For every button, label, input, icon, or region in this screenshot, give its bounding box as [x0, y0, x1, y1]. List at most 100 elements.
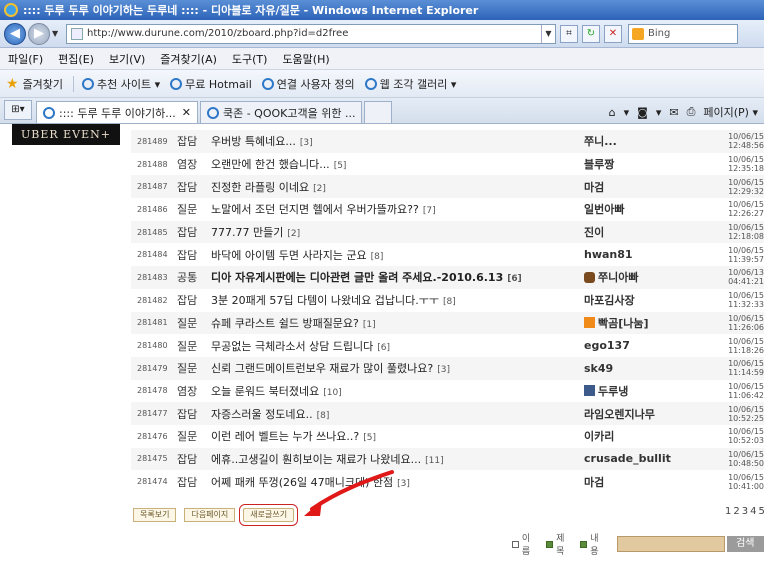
board-row[interactable]: 281477 잡담 자증스러울 정도네요.. [8] 라임오렌지나무 10/06/15 1… [131, 402, 764, 425]
post-subject-link[interactable]: 노말에서 조던 던지면 헬에서 우버가뜰까요?? [7] [211, 201, 584, 217]
post-author[interactable]: 마검 [584, 179, 694, 195]
board-row[interactable]: 281489 잡담 우버방 특혜네요... [3] 쭈니... 10/06/15 12:4… [131, 130, 764, 153]
close-tab-icon[interactable]: ✕ [182, 106, 191, 119]
name-checkbox[interactable] [512, 540, 519, 548]
menu-help[interactable]: 도움말(H) [282, 51, 329, 67]
board-row[interactable]: 281478 염장 오늘 룬워드 북터졌네요 [10] 두루냉 10/06/15 11:0… [131, 379, 764, 403]
post-subject-link[interactable]: 오늘 룬워드 북터졌네요 [10] [211, 383, 584, 399]
post-subject[interactable]: 바닥에 아이템 두면 사라지는 군요 [211, 249, 367, 262]
home-icon[interactable]: ⌂ ▾ [609, 106, 630, 119]
post-subject[interactable]: 3분 20패게 57딥 다템이 나왔네요 겁납니다.ㅜㅜ [211, 294, 439, 307]
author-name[interactable]: 쭈니아빠 [598, 269, 638, 285]
tab-qook[interactable]: 쿡존 - QOOK고객을 위한 ... [199, 101, 363, 123]
board-row[interactable]: 281474 잡담 어쩨 패캐 뚜껑(26일 47매니크데) 한점 [3] 마검 10/0… [131, 470, 764, 493]
forward-button[interactable]: ▶ [28, 22, 50, 45]
post-author[interactable]: 마포김사장 [584, 292, 694, 308]
feeds-dropdown[interactable]: ▾ [656, 106, 662, 119]
back-button[interactable]: ◀ [4, 22, 26, 45]
print-icon[interactable]: ⎙ [687, 105, 696, 119]
page-menu[interactable]: 페이지(P) ▾ [703, 104, 758, 120]
post-author[interactable]: ego137 [584, 339, 694, 352]
page-link[interactable]: 3 [742, 506, 748, 517]
post-subject[interactable]: 오랜만에 한건 했습니다... [211, 158, 330, 171]
post-subject-link[interactable]: 무공없는 극체라소서 상담 드립니다 [6] [211, 338, 584, 354]
refresh-icon[interactable]: ↻ [582, 24, 600, 43]
author-name[interactable]: 쭈니... [584, 133, 617, 149]
content-checkbox[interactable] [580, 540, 588, 548]
author-name[interactable]: 마포김사장 [584, 292, 635, 308]
url-dropdown-icon[interactable]: ▼ [541, 24, 555, 43]
post-subject[interactable]: 무공없는 극체라소서 상담 드립니다 [211, 340, 373, 353]
post-subject[interactable]: 이런 레어 벨트는 누가 쓰나요..? [211, 430, 359, 443]
board-search-button[interactable]: 검색 [726, 536, 764, 552]
post-subject-link[interactable]: 777.77 만들기 [2] [211, 224, 584, 240]
feeds-icon[interactable]: ◙ ▾ [637, 106, 661, 119]
post-author[interactable]: 진이 [584, 224, 694, 240]
board-row[interactable]: 281488 염장 오랜만에 한건 했습니다... [5] 블루짱 10/06/15 12… [131, 152, 764, 176]
fav-suggested-sites[interactable]: 추천 사이트 ▾ [82, 76, 160, 92]
post-author[interactable]: hwan81 [584, 248, 694, 261]
author-name[interactable]: crusade_bullit [584, 452, 671, 465]
post-author[interactable]: 일번아빠 [584, 201, 694, 217]
post-subject-link[interactable]: 우버방 특혜네요... [3] [211, 133, 584, 149]
post-subject[interactable]: 슈페 쿠라스트 쉴드 방패질문요? [211, 317, 359, 330]
author-name[interactable]: hwan81 [584, 248, 633, 261]
author-name[interactable]: 마검 [584, 474, 604, 490]
search-field[interactable]: Bing [628, 23, 738, 44]
title-checkbox[interactable] [546, 540, 554, 548]
board-row[interactable]: 281486 질문 노말에서 조던 던지면 헬에서 우버가뜰까요?? [7] 일번아빠 1… [131, 198, 764, 221]
tab-durune[interactable]: :::: 두루 두루 이야기하... ✕ [36, 101, 198, 123]
author-name[interactable]: 블루짱 [584, 156, 614, 172]
author-name[interactable]: 두루냉 [598, 383, 628, 399]
author-name[interactable]: 라임오렌지나무 [584, 406, 655, 422]
author-name[interactable]: 빡곰[나눔] [598, 315, 649, 331]
list-button[interactable]: 목록보기 [133, 508, 177, 522]
page-link[interactable]: 2 [733, 506, 739, 517]
author-name[interactable]: 진이 [584, 224, 604, 240]
page-link[interactable]: 1 [725, 506, 731, 517]
board-row[interactable]: 281481 질문 슈페 쿠라스트 쉴드 방패질문요? [1] 빡곰[나눔] 10/06/… [131, 311, 764, 335]
board-row[interactable]: 281475 잡담 에휴..고생길이 훤히보이는 재료가 나왔네요... [11] cr… [131, 447, 764, 471]
post-subject[interactable]: 우버방 특혜네요... [211, 135, 296, 148]
post-subject-link[interactable]: 디아 자유게시판에는 디아관련 글만 올려 주세요.-2010.6.13 [6] [211, 269, 584, 285]
post-subject[interactable]: 오늘 룬워드 북터졌네요 [211, 385, 319, 398]
post-author[interactable]: sk49 [584, 362, 694, 375]
mail-icon[interactable]: ✉ [669, 106, 678, 119]
page-link[interactable]: 5 [759, 506, 764, 517]
author-name[interactable]: sk49 [584, 362, 613, 375]
url-field[interactable]: http://www.durune.com/2010/zboard.php?id… [66, 23, 556, 44]
post-subject-link[interactable]: 진정한 라플링 이네요 [2] [211, 179, 584, 195]
history-dropdown-icon[interactable]: ▼ [52, 29, 62, 38]
post-subject[interactable]: 신뢰 그랜드메이트런보우 재료가 많이 풀렸나요? [211, 362, 433, 375]
post-subject-link[interactable]: 3분 20패게 57딥 다템이 나왔네요 겁납니다.ㅜㅜ [8] [211, 292, 584, 308]
author-name[interactable]: ego137 [584, 339, 630, 352]
fav-web-slice-gallery[interactable]: 웹 조각 갤러리 ▾ [364, 76, 456, 92]
board-row[interactable]: 281487 잡담 진정한 라플링 이네요 [2] 마검 10/06/15 12:29:3… [131, 175, 764, 199]
board-row[interactable]: 281484 잡담 바닥에 아이템 두면 사라지는 군요 [8] hwan81 10/06… [131, 243, 764, 267]
post-subject[interactable]: 디아 자유게시판에는 디아관련 글만 올려 주세요.-2010.6.13 [211, 271, 503, 284]
post-author[interactable]: 블루짱 [584, 156, 694, 172]
home-dropdown[interactable]: ▾ [624, 106, 630, 119]
post-subject[interactable]: 진정한 라플링 이네요 [211, 181, 309, 194]
post-author[interactable]: 라임오렌지나무 [584, 406, 694, 422]
quick-tabs-icon[interactable]: ⊞▾ [4, 100, 32, 120]
post-author[interactable]: 이카리 [584, 428, 694, 444]
post-subject-link[interactable]: 바닥에 아이템 두면 사라지는 군요 [8] [211, 247, 584, 263]
post-author[interactable]: 쭈니아빠 [584, 269, 694, 285]
uber-event-banner[interactable]: UBER EVEN+ [12, 124, 120, 145]
post-subject-link[interactable]: 신뢰 그랜드메이트런보우 재료가 많이 풀렸나요? [3] [211, 360, 584, 376]
fav-hotmail[interactable]: 무료 Hotmail [170, 76, 252, 92]
menu-view[interactable]: 보기(V) [109, 51, 145, 67]
author-name[interactable]: 이카리 [584, 428, 614, 444]
url-text[interactable]: http://www.durune.com/2010/zboard.php?id… [87, 28, 541, 39]
post-subject[interactable]: 자증스러울 정도네요.. [211, 408, 313, 421]
menu-favorites[interactable]: 즐겨찾기(A) [160, 51, 217, 67]
post-author[interactable]: 마검 [584, 474, 694, 490]
board-row[interactable]: 281485 잡담 777.77 만들기 [2] 진이 10/06/15 12:18:08 [131, 220, 764, 244]
board-row[interactable]: 281482 잡담 3분 20패게 57딥 다템이 나왔네요 겁납니다.ㅜㅜ [8] 마… [131, 288, 764, 312]
write-button[interactable]: 새로글쓰기 [239, 504, 299, 526]
post-author[interactable]: 두루냉 [584, 383, 694, 399]
stop-icon[interactable]: ✕ [604, 24, 622, 43]
board-row[interactable]: 281480 질문 무공없는 극체라소서 상담 드립니다 [6] ego137 10/06… [131, 334, 764, 357]
page-link[interactable]: 4 [750, 506, 756, 517]
